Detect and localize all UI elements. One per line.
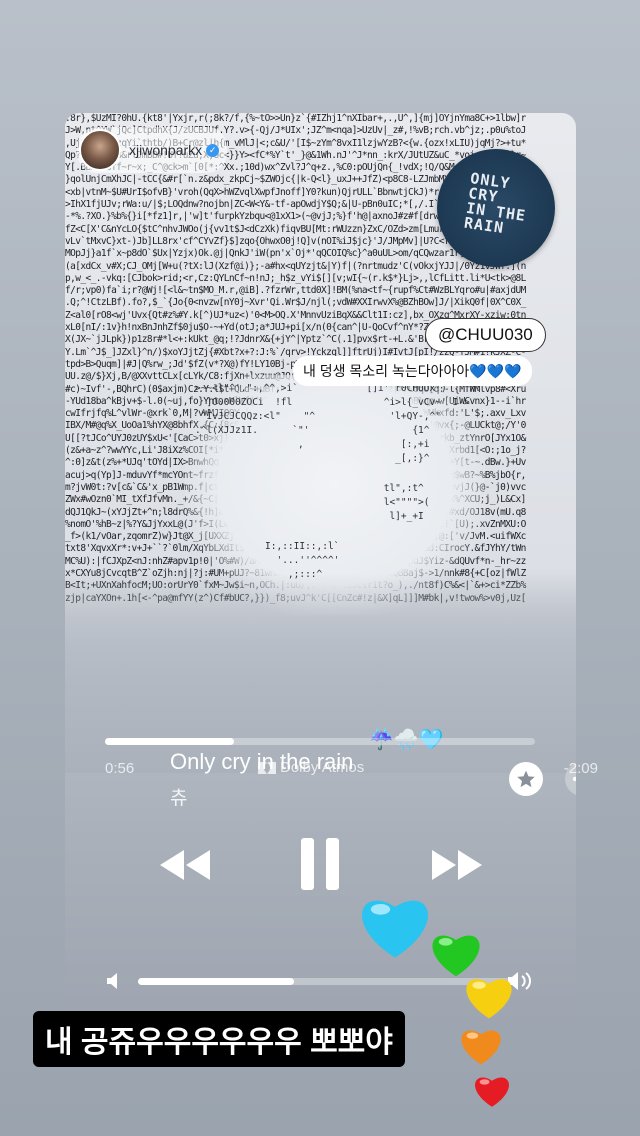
heart-orange-icon <box>461 1030 501 1065</box>
artist-name[interactable]: 츄 <box>170 783 187 810</box>
heart-red-icon <box>475 1077 509 1107</box>
volume-slider[interactable] <box>138 978 510 985</box>
forward-button[interactable] <box>430 848 484 887</box>
heart-green-icon <box>432 935 480 977</box>
heart-light-blue-icon <box>362 900 428 958</box>
time-elapsed: 0:56 <box>105 760 135 777</box>
progress-fill <box>105 738 234 745</box>
rewind-button[interactable] <box>158 848 212 887</box>
username[interactable]: xjiwonparkx <box>129 142 202 158</box>
big-caption-sticker: 내 공쥬우우우우우우 뽀뽀야 <box>33 1011 405 1067</box>
volume-low-icon <box>107 973 117 989</box>
album-art-title: ONLY CRY IN THE RAIN <box>462 169 528 238</box>
star-icon <box>517 770 535 788</box>
heart-yellow-icon <box>466 979 512 1019</box>
fast-forward-icon <box>432 850 482 880</box>
dolby-atmos-badge: Dolby Atmos <box>258 759 364 776</box>
progress-bar[interactable] <box>105 738 535 745</box>
verified-badge-icon: ✓ <box>206 143 220 157</box>
album-art-disc[interactable]: ONLY CRY IN THE RAIN <box>437 149 555 267</box>
pause-icon <box>301 838 339 890</box>
playback-controls <box>0 836 640 896</box>
mention-sticker[interactable]: @CHUU030 <box>425 318 546 352</box>
pause-button[interactable] <box>298 836 342 897</box>
caption-sticker: 내 덩생 목소리 녹는다아아아💙💙💙 <box>293 356 532 386</box>
profile-chip[interactable]: xjiwonparkx ✓ <box>77 127 228 173</box>
dolby-icon <box>258 761 276 774</box>
dolby-label: Dolby Atmos <box>280 759 365 776</box>
favorite-button[interactable] <box>509 762 543 796</box>
rewind-icon <box>160 850 210 880</box>
volume-fill <box>138 978 295 985</box>
avatar[interactable] <box>79 129 121 171</box>
time-remaining: -2:09 <box>563 760 598 777</box>
